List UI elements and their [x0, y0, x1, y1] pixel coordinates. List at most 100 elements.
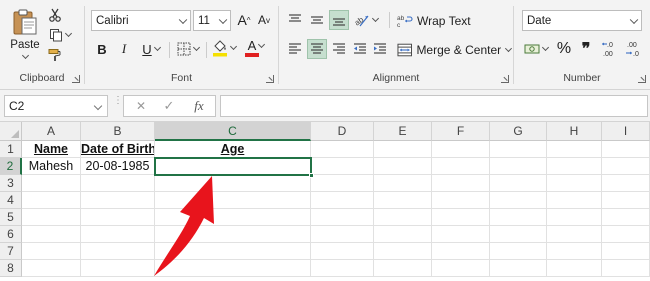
- row-header-3[interactable]: 3: [0, 175, 22, 192]
- fill-handle[interactable]: [309, 173, 314, 178]
- cell-a2[interactable]: Mahesh: [22, 158, 81, 175]
- column-header-i[interactable]: I: [602, 122, 650, 141]
- column-header-h[interactable]: H: [547, 122, 602, 141]
- borders-button[interactable]: [173, 39, 203, 59]
- grid-cell[interactable]: [547, 158, 602, 175]
- font-name-dropdown[interactable]: Calibri: [91, 10, 191, 31]
- grid-cell[interactable]: [374, 226, 432, 243]
- bottom-align-button[interactable]: [329, 10, 349, 30]
- grid-cell[interactable]: [311, 243, 374, 260]
- grid-cell[interactable]: [374, 209, 432, 226]
- paste-button[interactable]: Paste: [8, 6, 42, 60]
- cell-b1[interactable]: Date of Birth: [81, 141, 155, 158]
- grid-cell[interactable]: [374, 243, 432, 260]
- grid-cell[interactable]: [490, 209, 547, 226]
- italic-button[interactable]: I: [115, 39, 133, 59]
- formula-input[interactable]: [220, 95, 648, 117]
- grid-cell[interactable]: [490, 226, 547, 243]
- align-left-button[interactable]: [285, 39, 305, 59]
- underline-dropdown-caret[interactable]: [153, 43, 161, 52]
- borders-dropdown-caret[interactable]: [192, 43, 201, 52]
- increase-decimal-button[interactable]: .0 .00: [600, 38, 622, 60]
- accounting-format-button[interactable]: [522, 39, 550, 59]
- cell-c1[interactable]: Age: [155, 141, 311, 158]
- grid-cell[interactable]: [311, 260, 374, 277]
- row-header-1[interactable]: 1: [0, 141, 22, 158]
- grid-cell[interactable]: [311, 226, 374, 243]
- font-color-button[interactable]: A: [241, 37, 271, 59]
- grid-cell[interactable]: [602, 209, 650, 226]
- row-header-2[interactable]: 2: [0, 158, 22, 175]
- merge-dropdown-caret[interactable]: [505, 44, 513, 52]
- grid-cell[interactable]: [22, 209, 81, 226]
- row-header-7[interactable]: 7: [0, 243, 22, 260]
- decrease-font-size-button[interactable]: Av: [255, 10, 273, 30]
- grid-cell[interactable]: [22, 226, 81, 243]
- grid-cell[interactable]: [602, 243, 650, 260]
- grid-cell[interactable]: [374, 158, 432, 175]
- grid-cell[interactable]: [311, 158, 374, 175]
- grid-cell[interactable]: [547, 141, 602, 158]
- column-header-b[interactable]: B: [81, 122, 155, 141]
- column-header-a[interactable]: A: [22, 122, 81, 141]
- grid-cell[interactable]: [490, 192, 547, 209]
- grid-cell[interactable]: [547, 192, 602, 209]
- column-header-e[interactable]: E: [374, 122, 432, 141]
- number-launcher-icon[interactable]: [638, 75, 646, 83]
- insert-function-icon[interactable]: fx: [188, 98, 210, 114]
- enter-icon[interactable]: ✓: [160, 98, 178, 114]
- grid-cell[interactable]: [311, 192, 374, 209]
- column-header-f[interactable]: F: [432, 122, 490, 141]
- grid-cell[interactable]: [490, 175, 547, 192]
- grid-cell[interactable]: [602, 141, 650, 158]
- grid-cell[interactable]: [547, 260, 602, 277]
- wrap-text-button[interactable]: ab c Wrap Text: [395, 10, 477, 31]
- row-header-4[interactable]: 4: [0, 192, 22, 209]
- copy-dropdown-caret[interactable]: [64, 29, 73, 38]
- grid-cell[interactable]: [432, 226, 490, 243]
- font-launcher-icon[interactable]: [266, 75, 274, 83]
- grid-cell[interactable]: [22, 175, 81, 192]
- percent-style-button[interactable]: %: [554, 39, 574, 59]
- decrease-decimal-button[interactable]: .00 .0: [624, 38, 646, 60]
- bold-button[interactable]: B: [93, 39, 111, 59]
- font-color-dropdown-caret[interactable]: [258, 40, 266, 48]
- top-align-button[interactable]: [285, 10, 305, 30]
- grid-cell[interactable]: [547, 209, 602, 226]
- align-center-button[interactable]: [307, 39, 327, 59]
- number-format-dropdown[interactable]: Date: [522, 10, 642, 31]
- row-header-8[interactable]: 8: [0, 260, 22, 277]
- clipboard-launcher-icon[interactable]: [72, 75, 80, 83]
- paste-dropdown-caret[interactable]: [21, 51, 29, 60]
- grid-cell[interactable]: [547, 226, 602, 243]
- grid-cell[interactable]: [374, 260, 432, 277]
- resize-handle-icon[interactable]: ⋮: [113, 96, 123, 106]
- merge-center-button[interactable]: Merge & Center: [395, 39, 513, 60]
- grid-cell[interactable]: [432, 141, 490, 158]
- name-box[interactable]: C2: [4, 95, 108, 117]
- row-header-6[interactable]: 6: [0, 226, 22, 243]
- column-header-c[interactable]: C: [155, 122, 311, 141]
- grid-cell[interactable]: [22, 260, 81, 277]
- accounting-dropdown-caret[interactable]: [541, 43, 550, 52]
- grid-cell[interactable]: [490, 260, 547, 277]
- grid-cell[interactable]: [22, 243, 81, 260]
- alignment-launcher-icon[interactable]: [501, 75, 509, 83]
- grid-cell[interactable]: [490, 243, 547, 260]
- grid-cell[interactable]: [602, 260, 650, 277]
- copy-button[interactable]: [46, 26, 74, 44]
- grid-cell[interactable]: [490, 158, 547, 175]
- decrease-indent-button[interactable]: [351, 39, 369, 59]
- grid-cell[interactable]: [311, 175, 374, 192]
- grid-cell[interactable]: [602, 192, 650, 209]
- increase-indent-button[interactable]: [371, 39, 389, 59]
- orientation-dropdown-caret[interactable]: [371, 14, 380, 23]
- cancel-icon[interactable]: ✕: [132, 98, 150, 114]
- middle-align-button[interactable]: [307, 10, 327, 30]
- underline-button[interactable]: U: [137, 39, 165, 59]
- orientation-button[interactable]: ab: [351, 10, 381, 30]
- fill-color-dropdown-caret[interactable]: [229, 42, 238, 51]
- grid-cell[interactable]: [602, 226, 650, 243]
- grid-cell[interactable]: [432, 158, 490, 175]
- grid-cell[interactable]: [547, 175, 602, 192]
